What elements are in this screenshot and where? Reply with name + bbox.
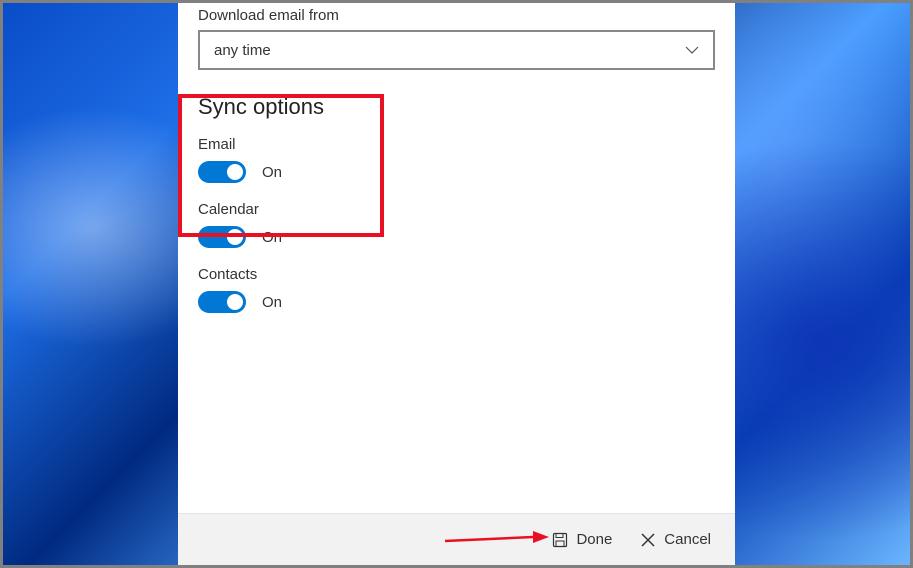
toggle-thumb (227, 294, 243, 310)
dialog-body: Download email from any time Sync option… (178, 3, 735, 513)
sync-calendar-toggle[interactable] (198, 226, 246, 248)
sync-email-label: Email (198, 136, 715, 153)
sync-contacts-toggle[interactable] (198, 291, 246, 313)
chevron-down-icon (685, 46, 699, 54)
sync-email-state: On (262, 164, 282, 181)
sync-item-contacts: Contacts On (198, 266, 715, 313)
sync-item-email: Email On (198, 136, 715, 183)
cancel-button[interactable]: Cancel (636, 525, 715, 554)
sync-email-toggle[interactable] (198, 161, 246, 183)
download-from-dropdown[interactable]: any time (198, 30, 715, 70)
toggle-thumb (227, 164, 243, 180)
sync-contacts-state: On (262, 294, 282, 311)
cancel-button-label: Cancel (664, 531, 711, 548)
sync-contacts-label: Contacts (198, 266, 715, 283)
close-icon (640, 532, 656, 548)
sync-calendar-state: On (262, 229, 282, 246)
dialog-footer: Done Cancel (178, 513, 735, 565)
toggle-thumb (227, 229, 243, 245)
download-from-label: Download email from (198, 7, 715, 24)
sync-item-calendar: Calendar On (198, 201, 715, 248)
sync-calendar-label: Calendar (198, 201, 715, 218)
save-icon (552, 532, 568, 548)
done-button[interactable]: Done (548, 525, 616, 554)
done-button-label: Done (576, 531, 612, 548)
download-from-value: any time (214, 42, 271, 59)
sync-options-title: Sync options (198, 94, 715, 120)
settings-dialog: Download email from any time Sync option… (178, 3, 735, 565)
